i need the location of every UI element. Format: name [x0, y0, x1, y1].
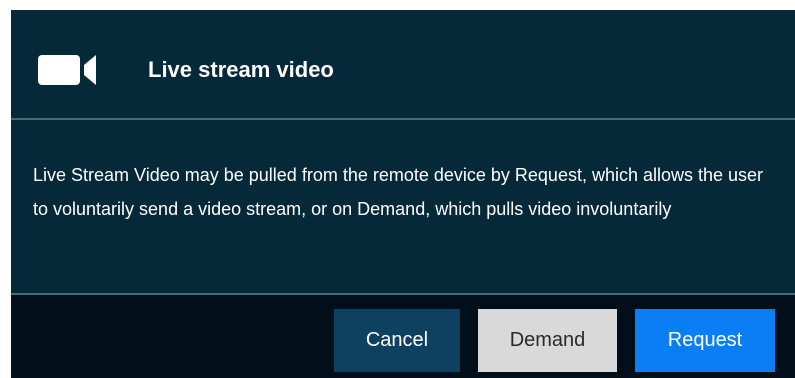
dialog-header: Live stream video: [11, 10, 795, 120]
request-button[interactable]: Request: [635, 309, 775, 372]
dialog-description: Live Stream Video may be pulled from the…: [33, 165, 764, 219]
video-camera-icon: [38, 53, 100, 87]
dialog-footer: Cancel Demand Request: [11, 293, 795, 378]
demand-button[interactable]: Demand: [478, 309, 617, 372]
dialog-title: Live stream video: [148, 57, 334, 82]
cancel-button[interactable]: Cancel: [334, 309, 460, 372]
live-stream-dialog: Live stream video Live Stream Video may …: [11, 10, 795, 378]
